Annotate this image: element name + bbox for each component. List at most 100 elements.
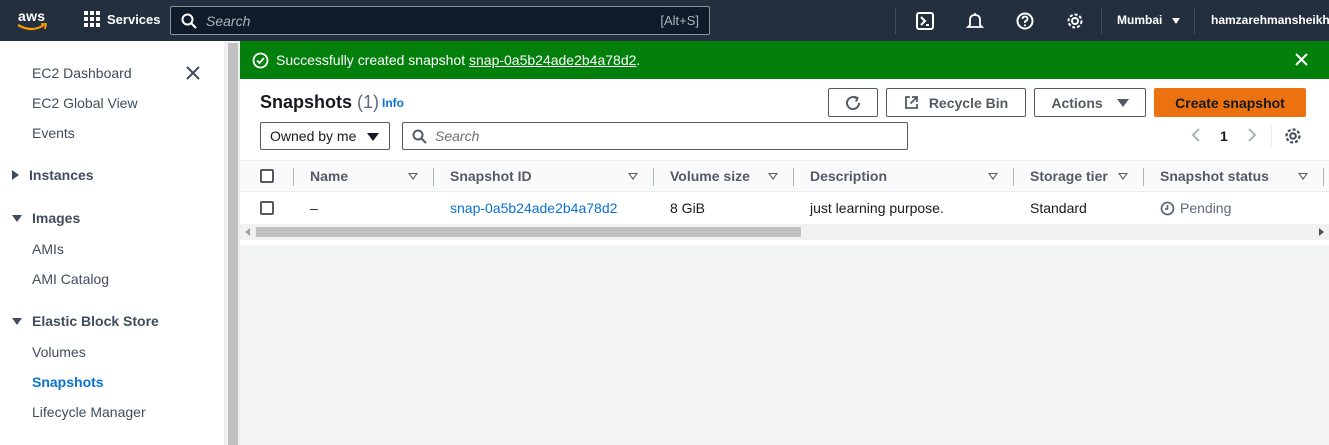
row-select-checkbox[interactable] [260, 201, 274, 215]
scrollbar-thumb[interactable] [256, 227, 801, 237]
help-icon[interactable] [1014, 10, 1036, 32]
sort-icon[interactable] [408, 173, 418, 180]
settings-gear-icon[interactable] [1064, 10, 1086, 32]
account-username: hamzarehmansheikh4 [1211, 13, 1329, 27]
actions-label: Actions [1051, 94, 1103, 111]
column-divider [1013, 168, 1014, 186]
column-header-description[interactable]: Description [810, 161, 887, 192]
sort-icon[interactable] [1118, 173, 1128, 180]
services-menu-button[interactable]: Services [84, 11, 161, 27]
page-title: Snapshots (1) [260, 92, 379, 113]
account-menu[interactable]: hamzarehmansheikh4 [1211, 13, 1329, 27]
sidebar-item-ami-catalog[interactable]: AMI Catalog [32, 271, 109, 287]
flash-message: Successfully created snapshot snap-0a5b2… [276, 52, 640, 68]
sidebar-section-label: Instances [29, 167, 94, 183]
notifications-bell-icon[interactable] [964, 10, 986, 32]
recycle-bin-button[interactable]: Recycle Bin [886, 88, 1026, 117]
sidebar-section-instances[interactable]: Instances [12, 167, 94, 183]
global-search[interactable]: [Alt+S] [170, 6, 710, 35]
sidebar-section-label: Images [32, 210, 81, 226]
search-shortcut-hint: [Alt+S] [660, 13, 699, 28]
flash-snapshot-link[interactable]: snap-0a5b24ade2b4a78d2 [469, 52, 636, 68]
caret-down-icon [367, 133, 379, 141]
aws-logo[interactable]: aws [16, 8, 50, 34]
caret-down-icon [12, 317, 22, 325]
chevron-down-icon [1171, 17, 1180, 24]
flash-message-prefix: Successfully created snapshot [276, 52, 469, 68]
sidebar-section-label: Elastic Block Store [32, 313, 159, 329]
chevron-left-icon[interactable] [1190, 127, 1202, 143]
column-divider [653, 168, 654, 186]
nav-divider [1194, 8, 1195, 34]
scroll-right-arrow-icon[interactable] [1319, 228, 1324, 236]
column-header-snapshot-status[interactable]: Snapshot status [1160, 161, 1269, 192]
column-divider [1143, 168, 1144, 186]
services-label: Services [107, 11, 161, 27]
scroll-left-arrow-icon[interactable] [245, 228, 250, 236]
table-horizontal-scrollbar[interactable] [240, 224, 1329, 240]
table-search[interactable] [402, 122, 908, 150]
snapshots-table-container: Snapshots (1) Info Recycle Bin Actions C… [240, 79, 1329, 245]
global-search-input[interactable] [206, 12, 626, 29]
search-icon [412, 129, 427, 144]
grid-icon [84, 11, 100, 27]
sidebar-section-elastic-block-store[interactable]: Elastic Block Store [12, 313, 159, 329]
actions-dropdown-button[interactable]: Actions [1034, 88, 1146, 117]
cloudshell-icon[interactable] [914, 10, 936, 32]
sidebar-item-ec2-dashboard[interactable]: EC2 Dashboard [32, 65, 132, 81]
column-header-name[interactable]: Name [310, 161, 348, 192]
search-icon [181, 13, 197, 29]
sort-icon[interactable] [988, 173, 998, 180]
sort-icon[interactable] [1298, 173, 1308, 180]
sidebar-item-volumes[interactable]: Volumes [32, 344, 86, 360]
cell-description: just learning purpose. [810, 200, 944, 216]
sort-icon[interactable] [768, 173, 778, 180]
region-selector[interactable]: Mumbai [1117, 13, 1180, 27]
sidebar-item-ec2-global-view[interactable]: EC2 Global View [32, 95, 138, 111]
refresh-icon [846, 95, 861, 110]
region-label: Mumbai [1117, 13, 1163, 27]
sidebar: EC2 Dashboard EC2 Global View Events Ins… [0, 41, 224, 445]
sidebar-item-lifecycle-manager[interactable]: Lifecycle Manager [32, 404, 146, 420]
sidebar-item-amis[interactable]: AMIs [32, 241, 64, 257]
info-link[interactable]: Info [382, 96, 404, 110]
recycle-bin-label: Recycle Bin [928, 94, 1009, 111]
aws-smile-icon [17, 23, 48, 31]
sidebar-item-events[interactable]: Events [32, 125, 75, 141]
pager-divider [1271, 124, 1272, 148]
column-header-volume-size[interactable]: Volume size [670, 161, 750, 192]
cell-volume-size: 8 GiB [670, 200, 706, 216]
cell-snapshot-id-link[interactable]: snap-0a5b24ade2b4a78d2 [450, 200, 617, 216]
create-snapshot-button[interactable]: Create snapshot [1154, 88, 1306, 117]
caret-down-icon [12, 214, 22, 222]
flash-message-suffix: . [636, 52, 641, 68]
close-icon[interactable] [185, 65, 201, 81]
sidebar-scrollbar[interactable] [224, 41, 240, 445]
column-header-storage-tier[interactable]: Storage tier [1030, 161, 1108, 192]
table-row[interactable]: – snap-0a5b24ade2b4a78d2 8 GiB just lear… [240, 192, 1329, 224]
preferences-gear-icon[interactable] [1284, 127, 1302, 145]
top-navigation: aws Services [Alt+S] Mumbai hamz [0, 0, 1329, 41]
check-circle-icon [252, 52, 269, 69]
select-all-checkbox[interactable] [260, 169, 274, 183]
dismiss-close-icon[interactable] [1294, 52, 1309, 67]
sidebar-section-images[interactable]: Images [12, 210, 80, 226]
page-number[interactable]: 1 [1220, 128, 1228, 144]
chevron-right-icon[interactable] [1246, 127, 1258, 143]
sort-icon[interactable] [628, 173, 638, 180]
caret-down-icon [1116, 98, 1129, 107]
sidebar-item-snapshots[interactable]: Snapshots [32, 374, 104, 390]
main-content: Snapshots (1) Info Recycle Bin Actions C… [240, 79, 1329, 445]
create-snapshot-label: Create snapshot [1175, 94, 1285, 111]
external-link-icon [904, 96, 918, 109]
refresh-button[interactable] [828, 88, 878, 117]
status-text: Pending [1180, 200, 1232, 216]
table-search-input[interactable] [435, 128, 895, 144]
column-header-snapshot-id[interactable]: Snapshot ID [450, 161, 532, 192]
owner-filter-select[interactable]: Owned by me [260, 122, 390, 150]
clock-pending-icon [1160, 201, 1175, 215]
scrollbar-thumb[interactable] [228, 43, 238, 445]
owner-filter-value: Owned by me [270, 128, 357, 144]
cell-storage-tier: Standard [1030, 200, 1087, 216]
nav-divider [895, 8, 896, 34]
